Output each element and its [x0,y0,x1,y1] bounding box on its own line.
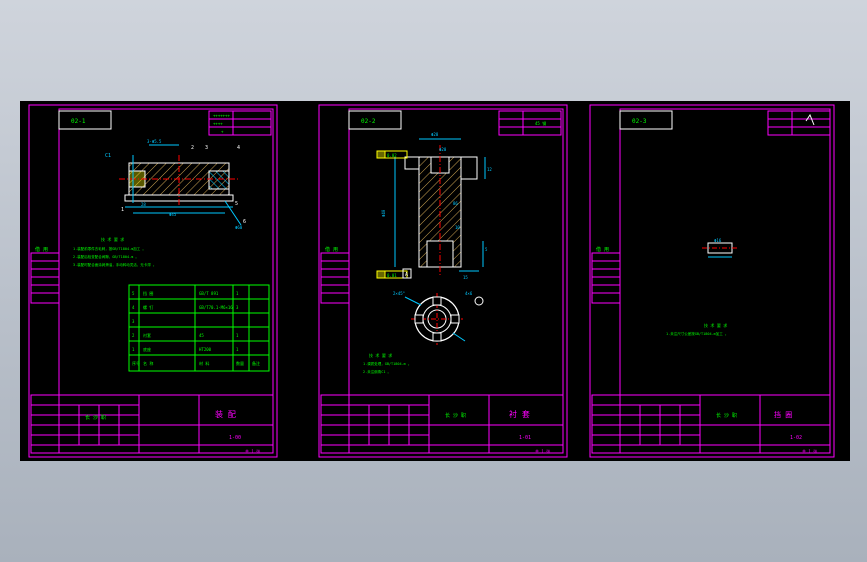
tech-note-3: 3.装配时配合面涂润滑油，手动转动灵活，无卡滞 。 [73,262,156,267]
callout-2: 2 [191,145,194,151]
dim-9: 2×45° [393,291,405,296]
dim-2: Φ20 [439,147,447,152]
tech-note-2: 2.未注倒角C1 。 [363,369,391,374]
dim-10: 4×6 [465,291,473,296]
left-strip-table [30,252,60,304]
sheet-3: 02-3 借 用 Φ16 技 术 要 求 1.未注尺寸公差按GB/T1804-m… [589,104,835,458]
drawing-title: 装 配 [215,409,236,419]
left-strip-table [320,252,350,304]
bushing-section [394,138,486,277]
drawing-title: 衬 套 [509,409,530,419]
svg-text:+: + [221,129,224,134]
material: 45 钢 [535,120,546,126]
bom-cell: 3 [132,319,135,324]
code-box-text: 02-2 [361,118,376,125]
bom-cell: 1 [236,347,239,352]
dim-bottom-3: Φ60 [235,225,243,230]
tech-note-title: 技 术 要 求 [101,236,124,242]
cad-canvas: 02-1 +++++++ ++++ + 借 用 3-Φ5.5 C1 28 Φ45… [20,101,850,461]
bom-cell: 2 [132,333,135,338]
bom-cell: 衬套 [143,332,151,338]
tech-note-title: 技 术 要 求 [369,352,392,358]
callout-4: 4 [237,145,240,151]
footer: 共 1 张 [535,448,550,454]
sheet-border [28,104,278,458]
tech-note-2: 2.装配后检查配合间隙，GB/T1804-m 。 [73,254,139,259]
drawing-title: 挡 圈 [774,410,792,419]
tol-1: 0.02 [387,153,397,158]
footer: 共 1 张 [245,448,260,454]
callout-1: 1 [121,207,124,213]
bom-cell: 1 [132,347,135,352]
ring-view [404,293,484,345]
tech-note-1: 1.装配前零件去毛刺，按GB/T1804-m加工 。 [73,246,146,251]
svg-text:++++: ++++ [213,121,223,126]
callout-6: 6 [243,219,246,225]
sheet-1: 02-1 +++++++ ++++ + 借 用 3-Φ5.5 C1 28 Φ45… [28,104,278,458]
sheet-2: 02-2 45 钢 借 用 Φ28 Φ20 12 Φ40 86 10 5 15 … [318,104,568,458]
bom-cell: 3 [236,305,239,310]
drawing-no: 1-02 [790,435,802,441]
bom-cell: 4 [132,305,135,310]
left-label: 借 用 [35,246,48,253]
assembly-view [119,144,242,226]
left-strip-table [591,252,621,304]
tol-2: 0.01 [387,273,397,278]
bom-cell: 材 料 [199,360,209,366]
washer-view [702,242,738,258]
bom-cell: 备注 [252,360,260,366]
dim-6: 10 [455,225,460,230]
title-block [591,394,831,454]
drawing-no: 1-01 [519,435,531,441]
company: 长 沙 职 [85,414,106,421]
tech-note-1: 1.未注尺寸公差按GB/T1804-m加工 。 [666,331,728,336]
dim-top: 3-Φ5.5 [147,139,162,144]
bom-cell: 5 [132,291,135,296]
top-right-table [498,110,562,136]
bom-cell: 1 [236,291,239,296]
dim-7: 5 [485,247,488,252]
footer: 共 1 张 [802,448,817,454]
top-right-table [767,110,831,136]
drawing-no: 1-00 [229,435,241,441]
bom-cell: GB/T 891 [199,291,219,296]
left-label: 借 用 [596,246,609,253]
company: 长 沙 职 [445,412,466,419]
bom-cell: 数量 [236,360,244,366]
bom-cell: 序号 [132,360,140,366]
bom-cell: 螺 钉 [143,304,153,310]
dim-bottom-2: Φ45 [169,212,177,217]
callout-5: 5 [235,201,238,207]
dim-8: 15 [463,275,468,280]
title-block [320,394,564,454]
tech-note-title: 技 术 要 求 [704,322,727,328]
bom-cell: 挡 圈 [143,290,153,296]
sheet-border [589,104,835,458]
left-label: 借 用 [325,246,338,253]
code-box-text: 02-3 [632,118,647,125]
callout-3: 3 [205,145,208,151]
dim-bottom-1: 28 [141,202,146,207]
bom-cell: GB/T70.1-M6×16 [199,305,233,310]
inner-frame [58,108,274,454]
dim-left: C1 [105,153,111,159]
bom-cell: 1 [236,333,239,338]
dim-4: Φ40 [381,209,386,217]
datum: A [405,272,408,278]
title-block [30,394,274,454]
dim-5: 86 [453,201,458,206]
inner-frame [619,108,831,454]
dim-1: Φ28 [431,132,439,137]
dim-washer: Φ16 [714,238,722,243]
bom-cell: 名 称 [143,360,153,366]
bom-cell: 45 [199,333,204,338]
bom-table [128,284,270,372]
dim-3: 12 [487,167,492,172]
code-box-text: 02-1 [71,118,86,125]
svg-text:+++++++: +++++++ [213,113,230,118]
bom-cell: HT200 [199,347,212,352]
company: 长 沙 职 [716,412,737,419]
tech-note-1: 1.调质处理，GB/T1804-m 。 [363,361,411,366]
bom-cell: 底座 [143,346,151,352]
